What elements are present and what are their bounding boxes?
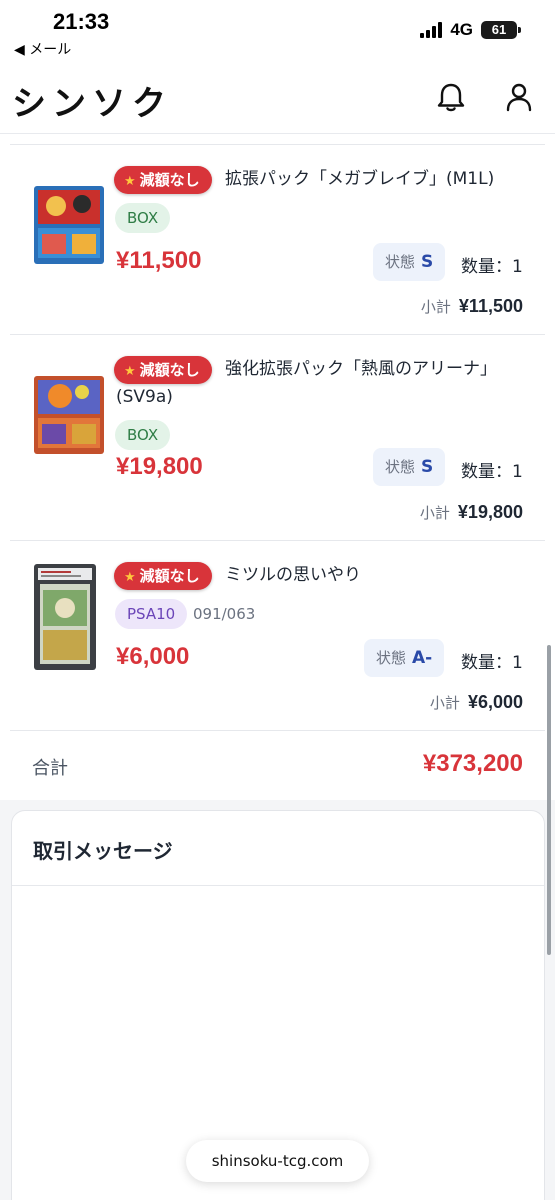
condition-label: 状態	[385, 253, 416, 271]
total-label: 合計	[32, 758, 68, 779]
badge-label: 減額なし	[139, 361, 200, 379]
no-reduction-badge: ★ 減額なし	[114, 166, 212, 194]
order-total: 合計 ¥373,200	[0, 730, 555, 800]
item-subtotal: 小計 ¥11,500	[421, 296, 523, 317]
signal-icon	[420, 22, 443, 38]
condition-value: S	[421, 252, 434, 272]
status-time: 21:33	[53, 9, 110, 34]
quantity: 数量：1	[461, 653, 523, 673]
item-subtotal: 小計 ¥6,000	[430, 692, 523, 713]
condition-value: A-	[412, 648, 433, 668]
quantity: 数量：1	[461, 462, 523, 482]
bell-icon[interactable]	[434, 80, 468, 114]
back-to-mail-link[interactable]: ◀ メール	[14, 39, 71, 59]
product-price: ¥19,800	[116, 453, 203, 480]
battery-icon: 61	[481, 21, 521, 39]
product-type-tag: BOX	[115, 420, 171, 450]
no-reduction-badge: ★ 減額なし	[114, 356, 212, 384]
subtotal-label: 小計	[419, 504, 450, 522]
product-type-tag: BOX	[115, 203, 171, 233]
condition-label: 状態	[385, 458, 416, 476]
order-item: ★ 減額なし 拡張パック「メガブレイブ」(M1L) BOX ¥11,500 状態 S…	[0, 144, 555, 334]
card-number: 091/063	[193, 605, 256, 623]
grading-tag: PSA10	[115, 599, 188, 629]
product-title[interactable]: 強化拡張パック「熱風のアリーナ」	[225, 356, 497, 382]
star-icon: ★	[124, 174, 136, 189]
app-header: シンソク	[0, 62, 555, 134]
subtotal-label: 小計	[420, 298, 451, 316]
star-icon: ★	[124, 364, 136, 379]
product-title[interactable]: ミツルの思いやり	[225, 562, 361, 588]
subtotal-value: ¥19,800	[457, 502, 523, 522]
product-image-box[interactable]	[32, 366, 106, 462]
no-reduction-badge: ★ 減額なし	[114, 562, 212, 590]
user-icon[interactable]	[502, 80, 536, 114]
order-content: ★ 減額なし 拡張パック「メガブレイブ」(M1L) BOX ¥11,500 状態 S…	[0, 134, 555, 1200]
star-icon: ★	[124, 570, 136, 585]
condition-value: S	[421, 457, 434, 477]
item-subtotal: 小計 ¥19,800	[420, 502, 523, 523]
condition-badge: 状態 S	[373, 448, 446, 486]
subtotal-label: 小計	[429, 694, 460, 712]
site-logo[interactable]: シンソク	[12, 76, 172, 125]
network-type: 4G	[450, 20, 473, 39]
product-price: ¥11,500	[116, 247, 202, 274]
product-image-card[interactable]	[32, 562, 98, 676]
subtotal-value: ¥11,500	[458, 296, 523, 316]
total-value: ¥373,200	[422, 750, 523, 777]
divider	[12, 885, 544, 886]
condition-badge: 状態 A-	[364, 639, 445, 677]
product-title-cont[interactable]: (SV9a)	[116, 384, 173, 410]
condition-badge: 状態 S	[373, 243, 446, 281]
order-item: ★ 減額なし ミツルの思いやり PSA10 091/063 ¥6,000 状態 A-…	[0, 540, 555, 730]
message-title: 取引メッセージ	[33, 839, 173, 863]
browser-url-bar[interactable]: shinsoku-tcg.com	[186, 1140, 369, 1182]
order-item: ★ 減額なし 強化拡張パック「熱風のアリーナ」 (SV9a) BOX ¥19,80…	[0, 334, 555, 540]
quantity: 数量：1	[461, 257, 523, 277]
subtotal-value: ¥6,000	[467, 692, 523, 712]
scrollbar[interactable]	[547, 645, 551, 955]
status-bar: 21:33 ◀ メール 4G 61	[0, 0, 555, 62]
product-price: ¥6,000	[116, 643, 190, 670]
badge-label: 減額なし	[139, 171, 200, 189]
product-title[interactable]: 拡張パック「メガブレイブ」(M1L)	[225, 166, 494, 192]
status-indicators: 4G 61	[420, 20, 521, 40]
condition-label: 状態	[376, 649, 407, 667]
badge-label: 減額なし	[139, 567, 200, 585]
product-image-box[interactable]	[32, 176, 106, 272]
